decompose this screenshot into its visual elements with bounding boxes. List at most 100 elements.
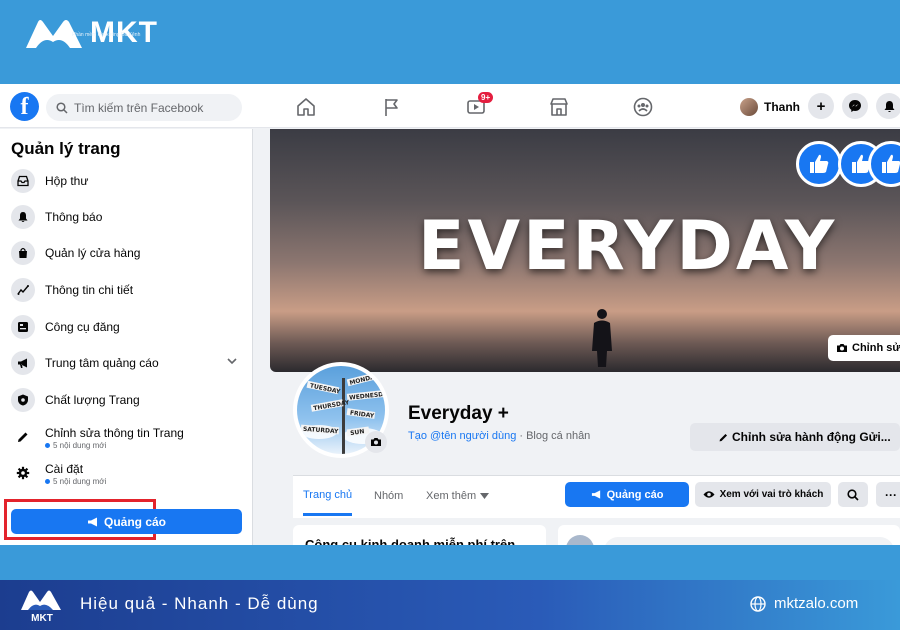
sidebar-item-inbox[interactable]: Hộp thư (11, 166, 243, 196)
shopping-bag-icon (11, 241, 35, 265)
new-dot (45, 443, 50, 448)
sidebar-item-label: Công cụ đăng (45, 320, 120, 334)
home-icon[interactable] (295, 96, 317, 118)
page-meta: Tạo @tên người dùng · Blog cá nhân (408, 430, 590, 442)
new-content-note: 5 nội dung mới (45, 441, 106, 450)
messenger-icon (849, 100, 861, 112)
page-tabs-bar: Trang chủ Nhóm Xem thêm Quảng cáo Xem vớ… (293, 475, 900, 518)
tab-groups[interactable]: Nhóm (374, 476, 403, 516)
sidebar-item-publishing-tools[interactable]: Công cụ đăng (11, 312, 243, 342)
view-as-visitor-label: Xem với vai trò khách (719, 489, 824, 500)
tab-label: Xem thêm (426, 490, 477, 502)
promote-button[interactable]: Quảng cáo (565, 482, 689, 507)
sidebar-item-label: Chỉnh sửa thông tin Trang (45, 426, 184, 440)
sidebar-item-label: Trung tâm quảng cáo (45, 356, 159, 370)
facebook-window: f 9+ Thanh + Quản lý trang Hộp thư (0, 84, 900, 545)
marketplace-icon[interactable] (548, 96, 570, 118)
brand-banner-bottom: MKT Hiệu quả - Nhanh - Dễ dùng mktzalo.c… (0, 580, 900, 630)
search-box[interactable] (46, 94, 242, 121)
chevron-down-icon[interactable] (227, 356, 237, 366)
sidebar-item-label: Thông báo (45, 210, 103, 224)
sidebar-ad-button[interactable]: Quảng cáo (11, 509, 242, 534)
sidebar-item-label: Quản lý cửa hàng (45, 246, 141, 260)
promote-label: Quảng cáo (606, 488, 664, 501)
user-name[interactable]: Thanh (764, 100, 800, 114)
facebook-header: f 9+ Thanh + (0, 84, 900, 128)
megaphone-icon (591, 490, 600, 499)
edit-send-action-button[interactable]: Chỉnh sửa hành động Gửi... (690, 423, 900, 451)
page-name: Everyday + (408, 403, 509, 424)
tab-home[interactable]: Trang chủ (303, 476, 353, 516)
silhouette-figure (592, 309, 612, 367)
search-page-button[interactable] (838, 482, 868, 507)
insights-icon (11, 278, 35, 302)
sidebar-item-settings[interactable]: Cài đặt 5 nội dung mới (11, 455, 243, 491)
business-tools-card: Công cụ kinh doanh miễn phí trên (293, 525, 546, 545)
megaphone-icon (11, 351, 35, 375)
plus-icon: + (816, 97, 826, 115)
camera-icon (371, 438, 381, 446)
manage-page-sidebar: Quản lý trang Hộp thư Thông báo Quản lý … (0, 129, 253, 545)
publishing-tools-icon (11, 315, 35, 339)
sidebar-item-label: Cài đặt (45, 462, 84, 476)
create-username-link[interactable]: Tạo @tên người dùng (408, 430, 516, 442)
brand-banner-top: MKT Phần mềm Marketing Đa Kênh (0, 0, 900, 84)
search-icon (56, 101, 68, 114)
mkt-logo-subtext: Phần mềm Marketing Đa Kênh (72, 32, 141, 38)
gear-icon (11, 461, 35, 485)
create-post-card (558, 525, 900, 545)
notifications-button[interactable] (876, 93, 900, 119)
facebook-logo[interactable]: f (10, 92, 39, 121)
avatar (566, 535, 594, 545)
header-profile[interactable]: Thanh (740, 98, 800, 116)
thumbs-up-icon (796, 141, 842, 187)
new-content-note: 5 nội dung mới (45, 477, 106, 486)
flag-icon[interactable] (381, 96, 403, 118)
sidebar-item-label: Thông tin chi tiết (45, 283, 134, 297)
search-input[interactable] (74, 100, 234, 115)
sign-text: WEDNESDAY (349, 390, 385, 401)
sidebar-item-notifications[interactable]: Thông báo (11, 202, 243, 232)
page-category: · Blog cá nhân (516, 430, 591, 442)
sidebar-item-insights[interactable]: Thông tin chi tiết (11, 275, 243, 305)
edit-cover-button[interactable]: Chỉnh sửa (828, 335, 900, 361)
messenger-button[interactable] (842, 93, 868, 119)
sign-text: MONDAY (349, 373, 380, 387)
sidebar-item-page-quality[interactable]: Chất lượng Trang (11, 385, 243, 415)
cover-photo[interactable]: EVERYDAY (270, 129, 900, 372)
groups-icon[interactable] (632, 96, 654, 118)
website-link[interactable]: mktzalo.com (750, 595, 858, 612)
more-options-label: ··· (885, 487, 897, 502)
shield-icon (11, 388, 35, 412)
sign-text: TUESDAY (309, 382, 341, 395)
tab-label: Trang chủ (303, 488, 353, 501)
view-as-visitor-button[interactable]: Xem với vai trò khách (695, 482, 831, 507)
megaphone-icon (87, 517, 97, 526)
sidebar-item-ad-center[interactable]: Trung tâm quảng cáo (11, 348, 243, 378)
pencil-icon (11, 425, 35, 449)
avatar[interactable] (740, 98, 758, 116)
tab-label: Nhóm (374, 490, 404, 502)
bell-icon (11, 205, 35, 229)
search-icon (847, 488, 859, 501)
pencil-icon (719, 433, 728, 442)
sidebar-ad-label: Quảng cáo (103, 514, 166, 529)
new-content-text: 5 nội dung mới (53, 477, 107, 486)
brand-tagline: Hiệu quả - Nhanh - Dễ dùng (80, 594, 319, 613)
update-profile-picture-button[interactable] (365, 431, 387, 453)
sidebar-item-edit-page-info[interactable]: Chỉnh sửa thông tin Trang 5 nội dung mới (11, 419, 243, 455)
edit-send-action-label: Chỉnh sửa hành động Gửi... (732, 430, 891, 444)
cover-title: EVERYDAY (418, 207, 838, 286)
new-content-text: 5 nội dung mới (53, 441, 107, 450)
globe-icon (750, 595, 766, 612)
inbox-icon (11, 169, 35, 193)
create-button[interactable]: + (808, 93, 834, 119)
mkt-logo-icon: MKT (21, 590, 61, 624)
camera-icon (837, 344, 847, 352)
sidebar-item-label: Chất lượng Trang (45, 393, 140, 407)
create-post-input[interactable] (604, 537, 894, 545)
more-options-button[interactable]: ··· (876, 482, 900, 507)
tab-more[interactable]: Xem thêm (426, 476, 490, 516)
sidebar-item-shop[interactable]: Quản lý cửa hàng (11, 238, 243, 268)
caret-down-icon (480, 493, 490, 499)
